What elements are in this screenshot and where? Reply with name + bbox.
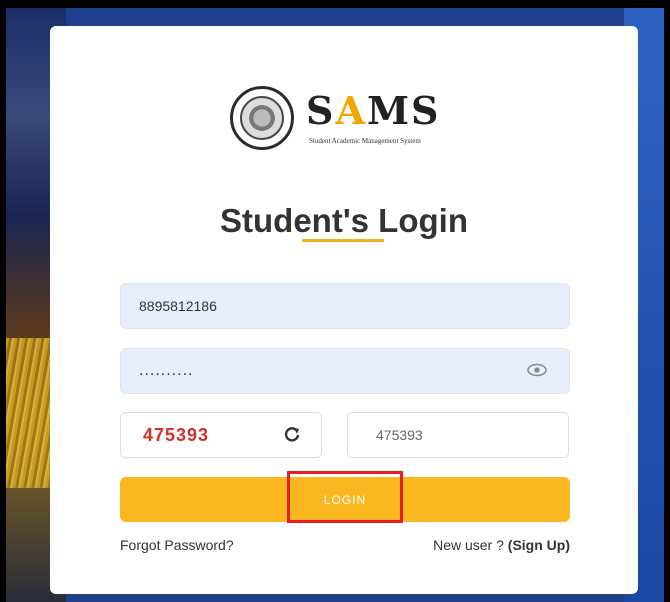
captcha-input[interactable]: 475393 — [347, 412, 569, 458]
signup-link-container: New user ? (Sign Up) — [433, 537, 570, 553]
new-user-text: New user ? — [433, 537, 508, 553]
password-field[interactable]: .......... — [120, 348, 570, 394]
logo-tagline: Student Academic Management System — [309, 137, 421, 145]
page-title: Student's Login — [220, 202, 468, 239]
username-value: 8895812186 — [139, 298, 217, 314]
state-emblem-icon — [230, 86, 294, 150]
eye-icon[interactable] — [527, 363, 547, 377]
login-card: SAMS Student Academic Management System … — [50, 26, 638, 594]
tassel-decoration — [6, 338, 54, 488]
password-value: .......... — [139, 362, 194, 379]
highlight-box — [287, 471, 403, 523]
title-underline — [302, 239, 384, 242]
forgot-password-link[interactable]: Forgot Password? — [120, 537, 234, 553]
logo-wordmark: SAMS — [306, 88, 441, 133]
captcha-code: 475393 — [143, 424, 210, 445]
username-field[interactable]: 8895812186 — [120, 283, 570, 329]
captcha-input-value: 475393 — [376, 427, 423, 443]
sams-logo: SAMS Student Academic Management System — [230, 86, 470, 156]
signup-link[interactable]: (Sign Up) — [508, 537, 570, 553]
captcha-box: 475393 — [120, 412, 322, 458]
refresh-icon[interactable] — [283, 426, 301, 444]
